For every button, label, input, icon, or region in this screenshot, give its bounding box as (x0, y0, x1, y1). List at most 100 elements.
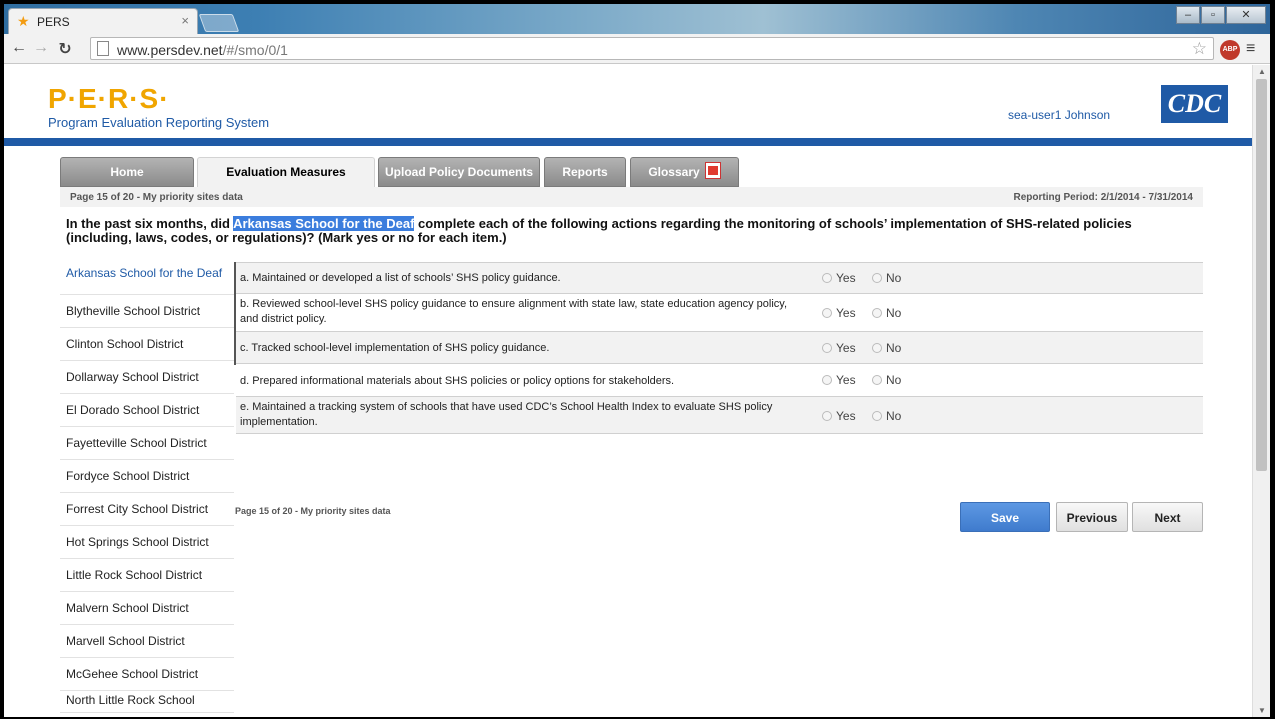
yes-label: Yes (836, 306, 856, 320)
no-radio[interactable] (872, 308, 882, 319)
user-name[interactable]: sea-user1 Johnson (1008, 108, 1110, 122)
item-text: a. Maintained or developed a list of sch… (240, 272, 561, 284)
school-item[interactable]: Fordyce School District (60, 460, 234, 493)
scroll-down-icon[interactable]: ▼ (1258, 706, 1266, 715)
new-tab-button[interactable] (198, 14, 240, 32)
school-item[interactable]: Malvern School District (60, 592, 234, 625)
no-label: No (886, 271, 902, 285)
school-item[interactable]: McGehee School District (60, 658, 234, 691)
tab-glossary-label: Glossary (648, 165, 700, 179)
url-host: www.persdev.net (117, 42, 223, 58)
item-text: d. Prepared informational materials abou… (240, 375, 675, 387)
yes-option[interactable]: Yes (822, 341, 856, 355)
browser-tab[interactable]: ★ PERS × (8, 8, 198, 34)
vertical-scrollbar[interactable]: ▲ ▼ (1252, 65, 1270, 717)
school-item[interactable]: Fayetteville School District (60, 427, 234, 460)
yes-radio[interactable] (822, 308, 832, 319)
school-item[interactable]: Marvell School District (60, 625, 234, 658)
question-entity: Arkansas School for the Deaf (233, 216, 415, 231)
no-label: No (886, 341, 902, 355)
yes-option[interactable]: Yes (822, 306, 856, 320)
school-item[interactable]: Arkansas School for the Deaf (60, 262, 234, 295)
tab-reports[interactable]: Reports (544, 157, 626, 187)
yes-option[interactable]: Yes (822, 409, 856, 423)
page-icon (97, 41, 109, 56)
back-arrow-icon[interactable]: ← (10, 39, 28, 57)
yes-radio[interactable] (822, 343, 832, 354)
no-radio[interactable] (872, 273, 882, 284)
question-items: a. Maintained or developed a list of sch… (236, 262, 1203, 434)
no-option[interactable]: No (872, 271, 901, 285)
menu-icon[interactable]: ≡ (1246, 40, 1255, 58)
no-label: No (886, 373, 902, 387)
school-list: Arkansas School for the Deaf Blytheville… (60, 262, 236, 713)
yes-label: Yes (836, 373, 856, 387)
tab-close-icon[interactable]: × (181, 13, 189, 28)
school-item[interactable]: Dollarway School District (60, 361, 234, 394)
school-item[interactable]: Blytheville School District (60, 295, 234, 328)
bookmark-star-icon[interactable]: ☆ (1192, 39, 1207, 59)
header-band (4, 138, 1252, 146)
url-text: www.persdev.net/#/smo/0/1 (117, 42, 288, 58)
yes-radio[interactable] (822, 273, 832, 284)
school-item[interactable]: El Dorado School District (60, 394, 234, 427)
question-item-d: d. Prepared informational materials abou… (236, 363, 1203, 396)
no-option[interactable]: No (872, 373, 901, 387)
school-item[interactable]: Hot Springs School District (60, 526, 234, 559)
url-path: /#/smo/0/1 (222, 42, 288, 58)
yes-radio[interactable] (822, 411, 832, 422)
yes-option[interactable]: Yes (822, 271, 856, 285)
tab-home[interactable]: Home (60, 157, 194, 187)
tab-title: PERS (37, 15, 70, 29)
tab-glossary[interactable]: Glossary (630, 157, 739, 187)
no-radio[interactable] (872, 343, 882, 354)
no-radio[interactable] (872, 411, 882, 422)
next-button[interactable]: Next (1132, 502, 1203, 532)
favicon-star-icon: ★ (17, 13, 30, 29)
forward-arrow-icon[interactable]: → (32, 39, 50, 57)
page-info: Page 15 of 20 - My priority sites data (70, 192, 243, 203)
item-text: c. Tracked school-level implementation o… (240, 342, 550, 354)
logo-subtitle: Program Evaluation Reporting System (48, 115, 270, 130)
question-item-c: c. Tracked school-level implementation o… (236, 331, 1203, 363)
yes-label: Yes (836, 341, 856, 355)
minimize-button[interactable]: – (1176, 6, 1200, 24)
question-item-b: b. Reviewed school-level SHS policy guid… (236, 293, 1203, 331)
school-item[interactable]: Forrest City School District (60, 493, 234, 526)
page-viewport: P·E·R·S· Program Evaluation Reporting Sy… (4, 65, 1252, 717)
item-text: e. Maintained a tracking system of schoo… (240, 401, 773, 428)
school-item[interactable]: Clinton School District (60, 328, 234, 361)
close-window-button[interactable]: ✕ (1226, 6, 1266, 24)
browser-window: ★ PERS × – ▫ ✕ ← → ↻ www.persdev.net/#/s… (4, 4, 1270, 717)
yes-label: Yes (836, 271, 856, 285)
adblock-icon[interactable]: ABP (1220, 40, 1240, 60)
previous-button[interactable]: Previous (1056, 502, 1128, 532)
school-item[interactable]: Little Rock School District (60, 559, 234, 592)
title-bar: ★ PERS × – ▫ ✕ (4, 4, 1270, 34)
yes-radio[interactable] (822, 375, 832, 386)
address-bar[interactable]: www.persdev.net/#/smo/0/1 ☆ (90, 37, 1214, 60)
tab-evaluation-measures-reporting[interactable]: Evaluation Measures Reporting (197, 157, 375, 207)
reload-icon[interactable]: ↻ (56, 39, 74, 59)
page-info-bar: Page 15 of 20 - My priority sites data R… (60, 187, 1203, 207)
no-radio[interactable] (872, 375, 882, 386)
browser-toolbar: ← → ↻ www.persdev.net/#/smo/0/1 ☆ ABP ≡ (4, 34, 1270, 64)
question-item-e: e. Maintained a tracking system of schoo… (236, 396, 1203, 434)
yes-option[interactable]: Yes (822, 373, 856, 387)
scroll-up-icon[interactable]: ▲ (1258, 67, 1266, 76)
maximize-button[interactable]: ▫ (1201, 6, 1225, 24)
question-prefix: In the past six months, did (66, 216, 234, 231)
no-option[interactable]: No (872, 306, 901, 320)
scrollbar-thumb[interactable] (1256, 79, 1267, 471)
save-button[interactable]: Save (960, 502, 1050, 532)
pdf-icon (704, 162, 721, 180)
school-item[interactable]: North Little Rock School (60, 691, 234, 713)
logo-text: P·E·R·S· (48, 83, 170, 114)
no-label: No (886, 409, 902, 423)
tab-upload-policy-documents[interactable]: Upload Policy Documents (378, 157, 540, 187)
pers-logo[interactable]: P·E·R·S· Program Evaluation Reporting Sy… (48, 83, 270, 131)
no-option[interactable]: No (872, 341, 901, 355)
item-text: b. Reviewed school-level SHS policy guid… (240, 298, 788, 325)
no-option[interactable]: No (872, 409, 901, 423)
question-text: In the past six months, did Arkansas Sch… (66, 216, 1196, 245)
